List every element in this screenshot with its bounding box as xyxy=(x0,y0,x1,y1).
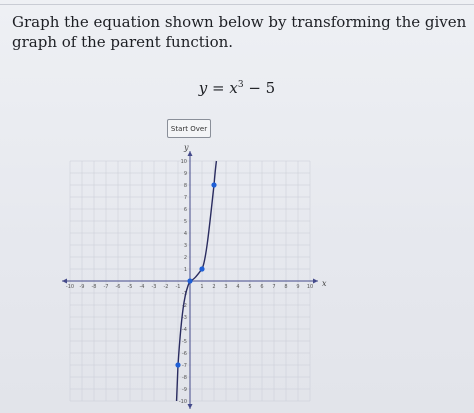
y-tick-label: 3 xyxy=(184,243,187,249)
x-tick-label: 5 xyxy=(248,284,251,290)
x-tick-label: 2 xyxy=(212,284,215,290)
y-tick-label: 1 xyxy=(184,267,187,273)
plotted-point[interactable] xyxy=(199,266,205,272)
page: Graph the equation shown below by transf… xyxy=(0,0,474,413)
x-tick-label: -8 xyxy=(92,284,97,290)
y-tick-label: 5 xyxy=(184,219,187,225)
x-tick-label: 10 xyxy=(307,284,313,290)
x-tick-label: 6 xyxy=(260,284,263,290)
plotted-point[interactable] xyxy=(187,278,193,284)
x-tick-label: -6 xyxy=(116,284,121,290)
y-tick-label: 2 xyxy=(184,255,187,261)
y-tick-label: -10 xyxy=(179,399,187,405)
x-tick-label: 3 xyxy=(224,284,227,290)
x-tick-label: 1 xyxy=(200,284,203,290)
x-tick-label: 9 xyxy=(296,284,299,290)
x-axis-label: x xyxy=(322,279,327,288)
x-axis-arrow-left xyxy=(62,278,67,284)
y-tick-label: 9 xyxy=(184,171,187,177)
x-tick-label: -7 xyxy=(104,284,109,290)
x-tick-label: 8 xyxy=(284,284,287,290)
x-tick-label: 7 xyxy=(272,284,275,290)
coordinate-graph[interactable]: -10 -9 -8 -7 -6 -5 -4 -3 -2 -1 1 2 3 4 5 6 7 8 9 10 10 9 8 7 6 5 4… xyxy=(0,0,474,413)
y-tick-label: 7 xyxy=(184,195,187,201)
y-axis-label: y xyxy=(183,143,189,152)
x-tick-label: -1 xyxy=(176,284,181,290)
plotted-point[interactable] xyxy=(175,362,181,368)
y-tick-label: -6 xyxy=(182,351,187,357)
y-tick-label: 10 xyxy=(181,159,187,165)
y-tick-label: 6 xyxy=(184,207,187,213)
y-tick-label: 4 xyxy=(184,231,187,237)
y-tick-label: -5 xyxy=(182,339,187,345)
y-tick-label: -9 xyxy=(182,387,187,393)
x-tick-label: -3 xyxy=(152,284,157,290)
x-tick-label: -5 xyxy=(128,284,133,290)
x-tick-label: 4 xyxy=(236,284,239,290)
y-tick-label: -8 xyxy=(182,375,187,381)
x-tick-label: -9 xyxy=(80,284,85,290)
y-tick-label: 8 xyxy=(184,183,187,189)
x-tick-label: -4 xyxy=(140,284,145,290)
plotted-point[interactable] xyxy=(211,182,217,188)
x-tick-label: -2 xyxy=(164,284,169,290)
y-axis-arrow-down xyxy=(187,404,193,409)
y-tick-label: -7 xyxy=(182,363,187,369)
x-axis-arrow-right xyxy=(313,278,318,284)
x-tick-label: -10 xyxy=(66,284,74,290)
y-tick-label: -4 xyxy=(182,327,187,333)
